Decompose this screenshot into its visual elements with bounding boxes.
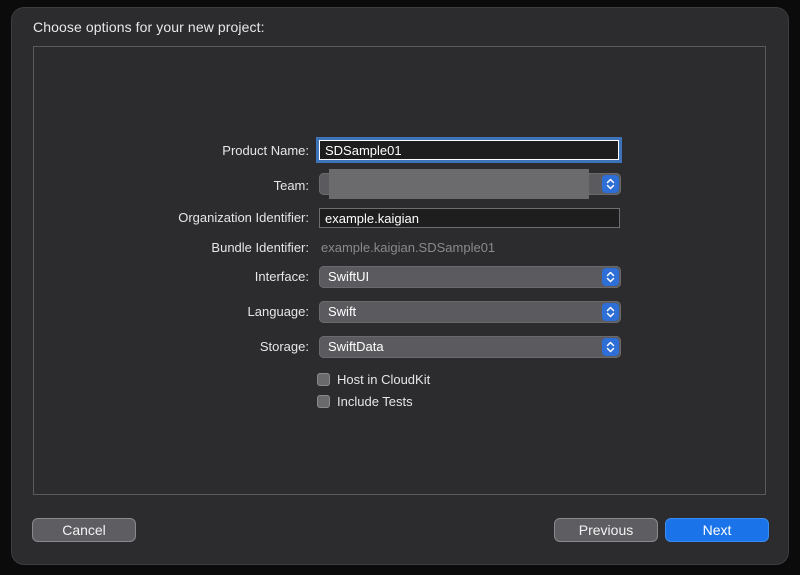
interface-popup[interactable]: SwiftUI [319,266,621,288]
new-project-dialog: Choose options for your new project: Pro… [12,8,788,564]
storage-value: SwiftData [328,339,384,354]
dialog-title: Choose options for your new project: [33,19,265,35]
language-label: Language: [247,304,309,319]
organization-identifier-field[interactable] [319,208,620,228]
include-tests-label: Include Tests [337,394,413,409]
interface-chevron-updown-icon [602,268,619,286]
interface-label: Interface: [254,269,309,284]
cancel-button[interactable]: Cancel [32,518,136,542]
host-in-cloudkit-checkbox[interactable] [317,373,330,386]
storage-chevron-updown-icon [602,338,619,356]
next-button[interactable]: Next [665,518,769,542]
host-in-cloudkit-row[interactable]: Host in CloudKit [317,372,430,388]
previous-button[interactable]: Previous [554,518,658,542]
team-chevron-updown-icon [602,175,619,193]
language-chevron-updown-icon [602,303,619,321]
bundle-identifier-value: example.kaigian.SDSample01 [321,240,496,255]
bundle-identifier-label: Bundle Identifier: [211,240,309,255]
include-tests-row[interactable]: Include Tests [317,394,413,410]
product-name-label: Product Name: [222,143,309,158]
host-in-cloudkit-label: Host in CloudKit [337,372,431,387]
redacted-area [329,169,589,199]
storage-label: Storage: [259,339,309,354]
organization-identifier-label: Organization Identifier: [178,210,309,225]
storage-popup[interactable]: SwiftData [319,336,621,358]
language-popup[interactable]: Swift [319,301,621,323]
include-tests-checkbox[interactable] [317,395,330,408]
team-popup[interactable] [319,169,621,199]
product-name-field[interactable] [319,140,619,160]
language-value: Swift [328,304,357,319]
interface-value: SwiftUI [328,269,370,284]
team-label: Team: [273,178,309,193]
